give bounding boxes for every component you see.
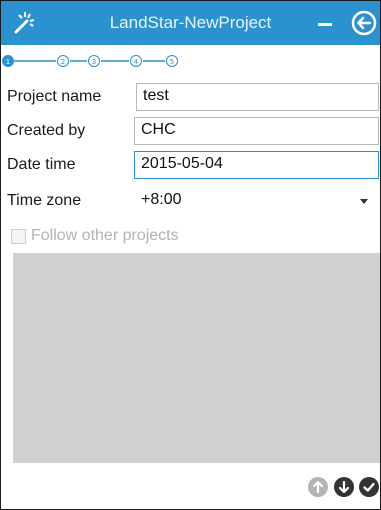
- step-5-label: 5: [170, 58, 174, 66]
- date-time-row: Date time 2015-05-04: [1, 149, 380, 183]
- step-2: 2: [57, 55, 69, 67]
- project-name-input[interactable]: test: [136, 83, 379, 111]
- time-zone-value: +8:00: [141, 191, 182, 208]
- step-4-label: 4: [134, 58, 139, 66]
- arrow-down-icon[interactable]: [333, 476, 355, 498]
- projects-list[interactable]: [13, 253, 380, 463]
- title-bar: LandStar-NewProject: [1, 1, 380, 45]
- new-project-window: LandStar-NewProject 1 2 3 4 5 Project na…: [0, 0, 381, 510]
- follow-other-projects-label: Follow other projects: [31, 227, 179, 244]
- step-4: 4: [130, 55, 142, 67]
- step-3-label: 3: [92, 58, 96, 66]
- time-zone-row: Time zone +8:00: [1, 185, 380, 219]
- minimize-icon[interactable]: [313, 11, 339, 35]
- arrow-up-icon[interactable]: [307, 476, 329, 498]
- date-time-label: Date time: [7, 156, 76, 173]
- date-time-input[interactable]: 2015-05-04: [134, 151, 379, 179]
- created-by-label: Created by: [7, 122, 86, 139]
- bottom-toolbar: [1, 463, 380, 509]
- step-3: 3: [88, 55, 100, 67]
- step-2-label: 2: [61, 58, 65, 66]
- check-icon[interactable]: [358, 476, 380, 498]
- step-1: 1: [2, 55, 14, 67]
- created-by-row: Created by CHC: [1, 115, 380, 149]
- step-5: 5: [166, 55, 178, 67]
- back-arrow-icon[interactable]: [351, 10, 377, 36]
- time-zone-select[interactable]: +8:00: [134, 187, 379, 215]
- follow-other-projects-checkbox[interactable]: [11, 229, 26, 244]
- created-by-input[interactable]: CHC: [134, 117, 379, 145]
- step-1-label: 1: [6, 58, 10, 66]
- chevron-down-icon: [360, 199, 368, 204]
- project-name-label: Project name: [7, 88, 102, 105]
- step-indicator: 1 2 3 4 5: [1, 45, 380, 79]
- project-name-row: Project name test: [1, 81, 380, 115]
- time-zone-label: Time zone: [7, 192, 82, 209]
